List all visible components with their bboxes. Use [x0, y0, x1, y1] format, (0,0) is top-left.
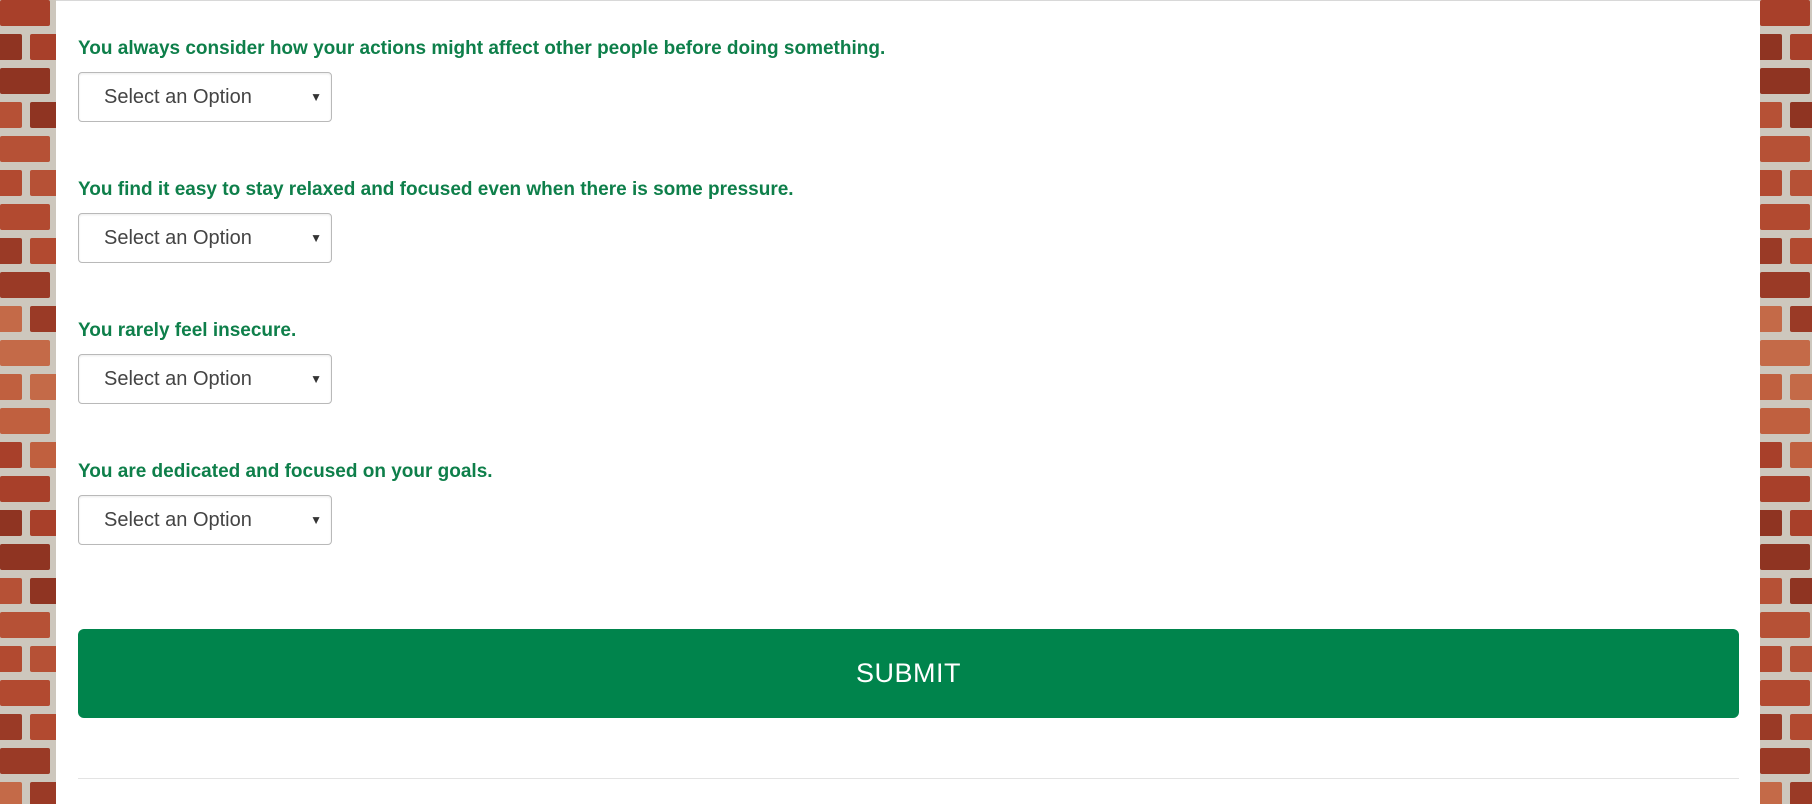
brick: [1760, 714, 1782, 740]
brick: [1760, 204, 1810, 230]
brick: [0, 374, 22, 400]
question-label: You rarely feel insecure.: [78, 320, 297, 341]
brick: [1760, 544, 1810, 570]
brick: [0, 204, 50, 230]
brick: [0, 170, 22, 196]
question-3-select[interactable]: Select an Option ▼: [78, 354, 332, 404]
brick: [30, 306, 56, 332]
question-4-select[interactable]: Select an Option ▼: [78, 495, 332, 545]
brick: [1790, 170, 1812, 196]
brick: [30, 238, 56, 264]
brick: [1790, 510, 1812, 536]
brick: [1790, 714, 1812, 740]
brick: [1760, 442, 1782, 468]
brick: [1790, 578, 1812, 604]
question-label: You find it easy to stay relaxed and foc…: [78, 179, 794, 200]
brick: [0, 68, 50, 94]
brick: [30, 714, 56, 740]
question-2-select[interactable]: Select an Option ▼: [78, 213, 332, 263]
question-label: You are dedicated and focused on your go…: [78, 461, 493, 482]
brick: [1790, 442, 1812, 468]
brick: [1760, 748, 1810, 774]
submit-button[interactable]: SUBMIT: [78, 629, 1739, 718]
brick: [0, 34, 22, 60]
select-value: Select an Option: [104, 368, 252, 390]
brick: [0, 748, 50, 774]
brick: [0, 306, 22, 332]
brick: [0, 510, 22, 536]
brick: [1760, 34, 1782, 60]
brick: [30, 374, 56, 400]
brick: [1760, 374, 1782, 400]
form-panel: You always consider how your actions mig…: [56, 0, 1760, 804]
brick: [1790, 646, 1812, 672]
brick: [0, 612, 50, 638]
brick: [0, 544, 50, 570]
brick: [1760, 578, 1782, 604]
brick: [1760, 408, 1810, 434]
brick: [1760, 102, 1782, 128]
question-1: You always consider how your actions mig…: [78, 38, 886, 122]
brick: [1760, 0, 1810, 26]
brick: [0, 136, 50, 162]
question-4: You are dedicated and focused on your go…: [78, 461, 493, 545]
select-value: Select an Option: [104, 227, 252, 249]
brick: [30, 510, 56, 536]
brick: [1760, 680, 1810, 706]
brick: [0, 646, 22, 672]
brick: [1760, 272, 1810, 298]
brick: [30, 102, 56, 128]
brick: [1760, 340, 1810, 366]
brick: [1790, 374, 1812, 400]
brick: [0, 782, 22, 804]
divider: [78, 778, 1739, 779]
brick: [30, 34, 56, 60]
question-label: You always consider how your actions mig…: [78, 38, 886, 59]
brick: [1790, 34, 1812, 60]
chevron-down-icon: ▼: [310, 231, 322, 245]
brick: [1760, 646, 1782, 672]
brick: [30, 782, 56, 804]
brick: [0, 578, 22, 604]
brick-wall-right: [1760, 0, 1812, 804]
brick: [1760, 612, 1810, 638]
brick: [1760, 238, 1782, 264]
brick: [0, 442, 22, 468]
brick: [1760, 136, 1810, 162]
brick: [1760, 476, 1810, 502]
brick: [0, 476, 50, 502]
brick: [0, 408, 50, 434]
brick: [1760, 170, 1782, 196]
brick: [30, 442, 56, 468]
brick: [30, 646, 56, 672]
select-value: Select an Option: [104, 509, 252, 531]
brick: [1760, 68, 1810, 94]
brick: [30, 578, 56, 604]
select-value: Select an Option: [104, 86, 252, 108]
question-2: You find it easy to stay relaxed and foc…: [78, 179, 794, 263]
brick: [1760, 306, 1782, 332]
chevron-down-icon: ▼: [310, 513, 322, 527]
brick: [0, 714, 22, 740]
brick: [1760, 510, 1782, 536]
chevron-down-icon: ▼: [310, 90, 322, 104]
brick: [0, 680, 50, 706]
brick: [0, 272, 50, 298]
question-3: You rarely feel insecure. Select an Opti…: [78, 320, 332, 404]
brick: [1790, 102, 1812, 128]
brick: [1790, 238, 1812, 264]
chevron-down-icon: ▼: [310, 372, 322, 386]
brick: [0, 102, 22, 128]
brick: [0, 238, 22, 264]
brick-wall-left: [0, 0, 56, 804]
brick: [0, 0, 50, 26]
brick: [1790, 306, 1812, 332]
brick: [1790, 782, 1812, 804]
brick: [0, 340, 50, 366]
brick: [30, 170, 56, 196]
brick: [1760, 782, 1782, 804]
question-1-select[interactable]: Select an Option ▼: [78, 72, 332, 122]
